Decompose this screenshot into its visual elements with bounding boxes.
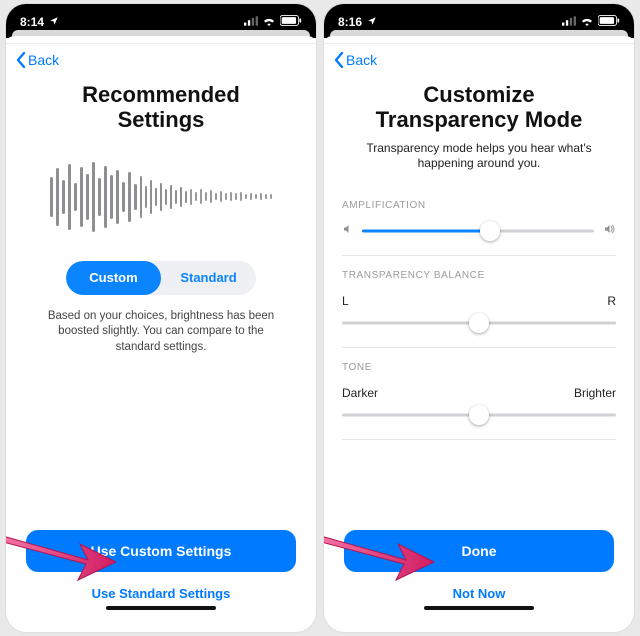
balance-slider[interactable] [342,313,616,333]
balance-label: TRANSPARENCY BALANCE [342,270,616,281]
status-time: 8:14 [20,15,44,29]
home-indicator [424,606,534,610]
screen-customize-transparency: 8:16 Back [324,4,634,632]
balance-right-label: R [604,294,616,308]
speaker-high-icon [602,222,616,240]
segment-standard[interactable]: Standard [161,261,256,295]
balance-left-label: L [342,294,354,308]
description-text: Transparency mode helps you hear what's … [338,141,620,172]
location-icon [49,15,59,29]
use-standard-settings-link[interactable]: Use Standard Settings [20,582,302,604]
tone-left-label: Darker [342,386,388,400]
done-button[interactable]: Done [344,530,614,572]
signal-icon [562,15,576,29]
battery-icon [280,15,302,29]
back-button[interactable]: Back [16,52,59,68]
audiogram-waveform [36,153,286,241]
wifi-icon [580,15,594,29]
title-line2: Transparency Mode [338,107,620,132]
back-label: Back [28,52,59,68]
amplification-slider[interactable] [362,221,594,241]
title-line1: Customize [338,82,620,107]
title-line2: Settings [20,107,302,132]
notch [430,4,528,26]
chevron-left-icon [334,52,344,68]
page-title: Customize Transparency Mode [338,82,620,133]
speaker-low-icon [342,222,354,240]
amplification-label: AMPLIFICATION [342,200,616,211]
title-line1: Recommended [20,82,302,107]
signal-icon [244,15,258,29]
home-indicator [106,606,216,610]
battery-icon [598,15,620,29]
screen-recommended-settings: 8:14 Back [6,4,316,632]
sheet-handle [6,36,316,44]
tone-slider[interactable] [342,405,616,425]
location-icon [367,15,377,29]
use-custom-settings-button[interactable]: Use Custom Settings [26,530,296,572]
wifi-icon [262,15,276,29]
segment-custom[interactable]: Custom [66,261,161,295]
chevron-left-icon [16,52,26,68]
sheet-handle [324,36,634,44]
back-label: Back [346,52,377,68]
description-text: Based on your choices, brightness has be… [20,309,302,356]
back-button[interactable]: Back [334,52,377,68]
settings-segmented-control[interactable]: Custom Standard [66,261,256,295]
not-now-link[interactable]: Not Now [338,582,620,604]
tone-right-label: Brighter [570,386,616,400]
tone-label: TONE [342,362,616,373]
notch [112,4,210,26]
status-time: 8:16 [338,15,362,29]
page-title: Recommended Settings [20,82,302,133]
